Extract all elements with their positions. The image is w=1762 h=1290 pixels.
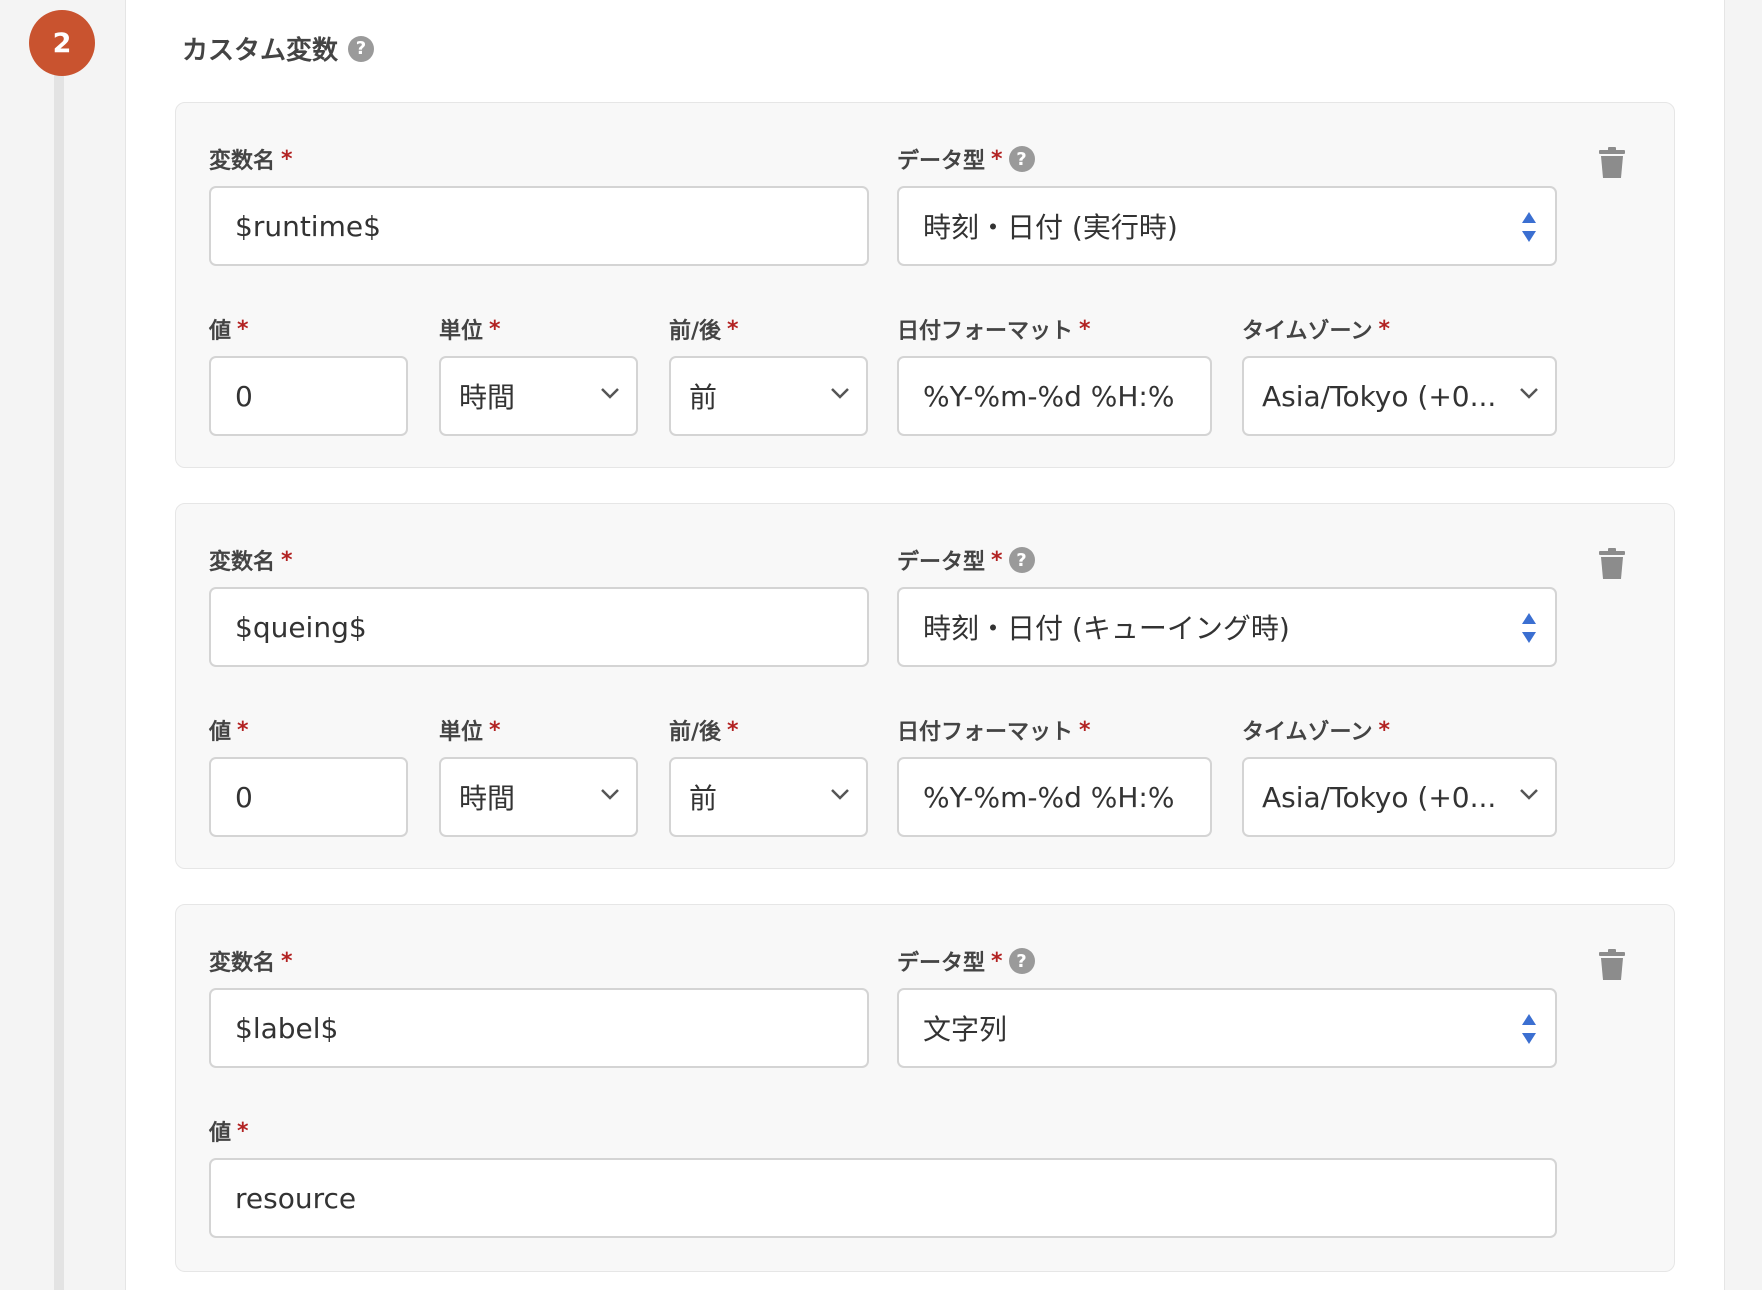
chevron-down-icon bbox=[1520, 789, 1538, 800]
value-input[interactable]: 0 bbox=[209, 356, 408, 436]
chevron-down-icon bbox=[601, 388, 619, 399]
timezone-select[interactable]: Asia/Tokyo (+0... bbox=[1242, 356, 1557, 436]
var-name-input[interactable]: $runtime$ bbox=[209, 186, 869, 266]
data-type-select[interactable]: 時刻・日付 (キューイング時) bbox=[897, 587, 1557, 667]
variable-card-2: 変数名 * データ型 *? $queing$ 時刻・日付 (キューイング時) 値 * … bbox=[175, 503, 1675, 869]
value-label: 値 * bbox=[209, 717, 249, 746]
chevron-down-icon bbox=[601, 789, 619, 800]
section-title: カスタム変数 ? bbox=[182, 30, 375, 67]
data-type-label: データ型 *? bbox=[897, 945, 1035, 977]
unit-select[interactable]: 時間 bbox=[439, 356, 638, 436]
sort-arrows-icon bbox=[1522, 1014, 1536, 1044]
value-input[interactable]: resource bbox=[209, 1158, 1557, 1238]
step-rail bbox=[54, 55, 64, 1290]
date-format-input[interactable]: %Y-%m-%d %H:% bbox=[897, 757, 1212, 837]
var-name-label: 変数名 * bbox=[209, 146, 293, 175]
data-type-label: データ型 *? bbox=[897, 544, 1035, 576]
trash-icon[interactable] bbox=[1599, 147, 1625, 179]
help-icon[interactable]: ? bbox=[348, 35, 375, 62]
data-type-select[interactable]: 文字列 bbox=[897, 988, 1557, 1068]
value-input[interactable]: 0 bbox=[209, 757, 408, 837]
step-badge: 2 bbox=[29, 10, 95, 76]
variable-card-1: 変数名 * データ型 *? $runtime$ 時刻・日付 (実行時) 値 * 単位 *… bbox=[175, 102, 1675, 468]
timezone-select[interactable]: Asia/Tokyo (+0... bbox=[1242, 757, 1557, 837]
sort-arrows-icon bbox=[1522, 613, 1536, 643]
sort-arrows-icon bbox=[1522, 212, 1536, 242]
timezone-label: タイムゾーン * bbox=[1242, 316, 1390, 345]
var-name-input[interactable]: $queing$ bbox=[209, 587, 869, 667]
chevron-down-icon bbox=[831, 789, 849, 800]
var-name-label: 変数名 * bbox=[209, 948, 293, 977]
help-icon[interactable]: ? bbox=[1008, 547, 1035, 573]
date-format-label: 日付フォーマット * bbox=[897, 717, 1091, 746]
trash-icon[interactable] bbox=[1599, 548, 1625, 580]
before-after-select[interactable]: 前 bbox=[669, 356, 868, 436]
help-icon[interactable]: ? bbox=[1008, 146, 1035, 172]
before-after-label: 前/後 * bbox=[669, 717, 739, 746]
date-format-label: 日付フォーマット * bbox=[897, 316, 1091, 345]
chevron-down-icon bbox=[831, 388, 849, 399]
data-type-label: データ型 *? bbox=[897, 143, 1035, 175]
unit-label: 単位 * bbox=[439, 717, 501, 746]
value-label: 値 * bbox=[209, 1118, 249, 1147]
before-after-select[interactable]: 前 bbox=[669, 757, 868, 837]
date-format-input[interactable]: %Y-%m-%d %H:% bbox=[897, 356, 1212, 436]
var-name-input[interactable]: $label$ bbox=[209, 988, 869, 1068]
unit-select[interactable]: 時間 bbox=[439, 757, 638, 837]
trash-icon[interactable] bbox=[1599, 949, 1625, 981]
section-title-text: カスタム変数 bbox=[182, 36, 339, 66]
chevron-down-icon bbox=[1520, 388, 1538, 399]
var-name-label: 変数名 * bbox=[209, 547, 293, 576]
timezone-label: タイムゾーン * bbox=[1242, 717, 1390, 746]
value-label: 値 * bbox=[209, 316, 249, 345]
unit-label: 単位 * bbox=[439, 316, 501, 345]
data-type-select[interactable]: 時刻・日付 (実行時) bbox=[897, 186, 1557, 266]
variable-card-3: 変数名 * データ型 *? $label$ 文字列 値 * resource bbox=[175, 904, 1675, 1272]
before-after-label: 前/後 * bbox=[669, 316, 739, 345]
help-icon[interactable]: ? bbox=[1008, 948, 1035, 974]
